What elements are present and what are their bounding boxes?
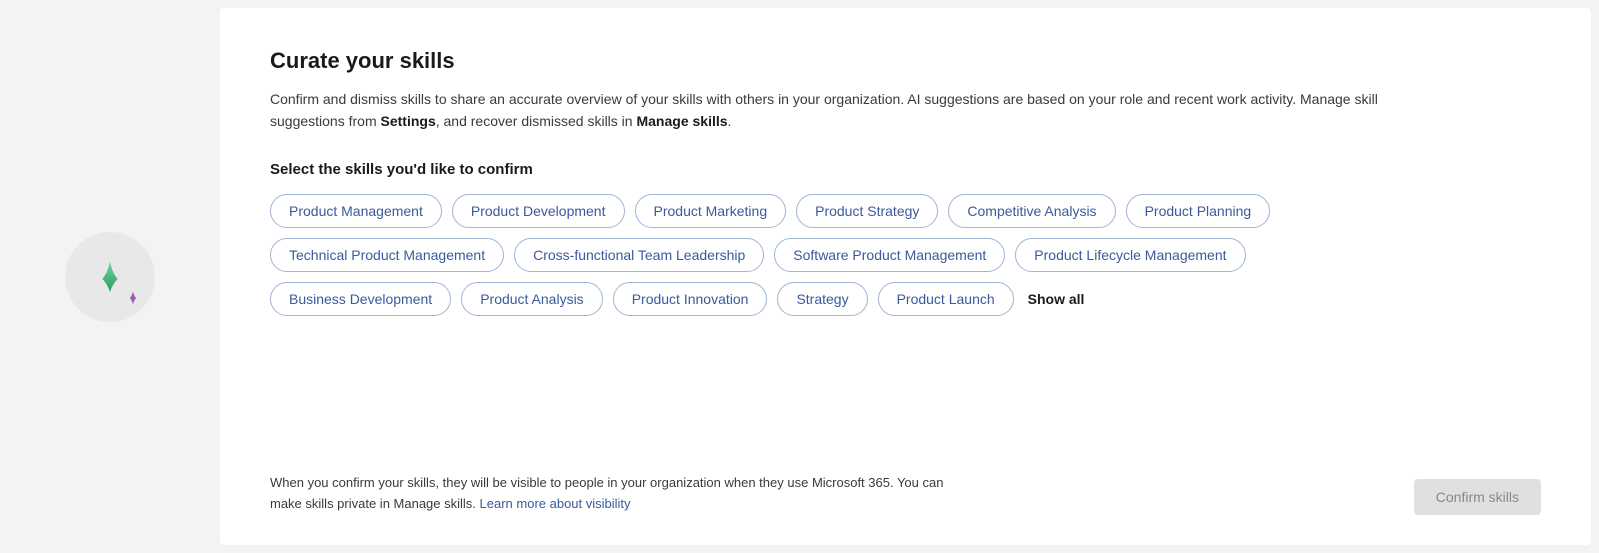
ai-sparkle-main-icon (91, 258, 129, 296)
skills-row-1: Product Management Product Development P… (270, 194, 1541, 228)
skill-chip-strategy[interactable]: Strategy (777, 282, 867, 316)
skill-chip-product-strategy[interactable]: Product Strategy (796, 194, 938, 228)
skill-chip-product-innovation[interactable]: Product Innovation (613, 282, 768, 316)
page-title: Curate your skills (270, 48, 1541, 74)
skill-chip-product-launch[interactable]: Product Launch (878, 282, 1014, 316)
skill-chip-product-management[interactable]: Product Management (270, 194, 442, 228)
skills-row-3: Business Development Product Analysis Pr… (270, 282, 1541, 316)
main-content: Curate your skills Confirm and dismiss s… (220, 8, 1591, 545)
skill-chip-business-development[interactable]: Business Development (270, 282, 451, 316)
footer: When you confirm your skills, they will … (270, 473, 1541, 515)
skills-section-title: Select the skills you'd like to confirm (270, 161, 1541, 178)
skill-chip-product-development[interactable]: Product Development (452, 194, 625, 228)
skills-rows: Product Management Product Development P… (270, 194, 1541, 316)
desc-part2: , and recover dismissed skills in (436, 113, 637, 129)
skill-chip-product-marketing[interactable]: Product Marketing (635, 194, 787, 228)
skill-chip-product-lifecycle-management[interactable]: Product Lifecycle Management (1015, 238, 1245, 272)
desc-settings: Settings (381, 113, 436, 129)
skill-chip-product-analysis[interactable]: Product Analysis (461, 282, 603, 316)
learn-more-link[interactable]: Learn more about visibility (480, 496, 631, 511)
desc-manage: Manage skills (636, 113, 727, 129)
skill-chip-technical-product-management[interactable]: Technical Product Management (270, 238, 504, 272)
skill-chip-product-planning[interactable]: Product Planning (1126, 194, 1271, 228)
skill-chip-cross-functional-team-leadership[interactable]: Cross-functional Team Leadership (514, 238, 764, 272)
skill-chip-software-product-management[interactable]: Software Product Management (774, 238, 1005, 272)
ai-sparkle-small-icon (125, 290, 141, 306)
sidebar (0, 0, 220, 553)
description-text: Confirm and dismiss skills to share an a… (270, 88, 1420, 133)
ai-icon-container (65, 232, 155, 322)
desc-end: . (728, 113, 732, 129)
skills-row-2: Technical Product Management Cross-funct… (270, 238, 1541, 272)
page-container: Curate your skills Confirm and dismiss s… (0, 0, 1599, 553)
show-all-link[interactable]: Show all (1028, 291, 1085, 307)
confirm-skills-button[interactable]: Confirm skills (1414, 479, 1541, 515)
skill-chip-competitive-analysis[interactable]: Competitive Analysis (948, 194, 1115, 228)
footer-text: When you confirm your skills, they will … (270, 473, 950, 515)
